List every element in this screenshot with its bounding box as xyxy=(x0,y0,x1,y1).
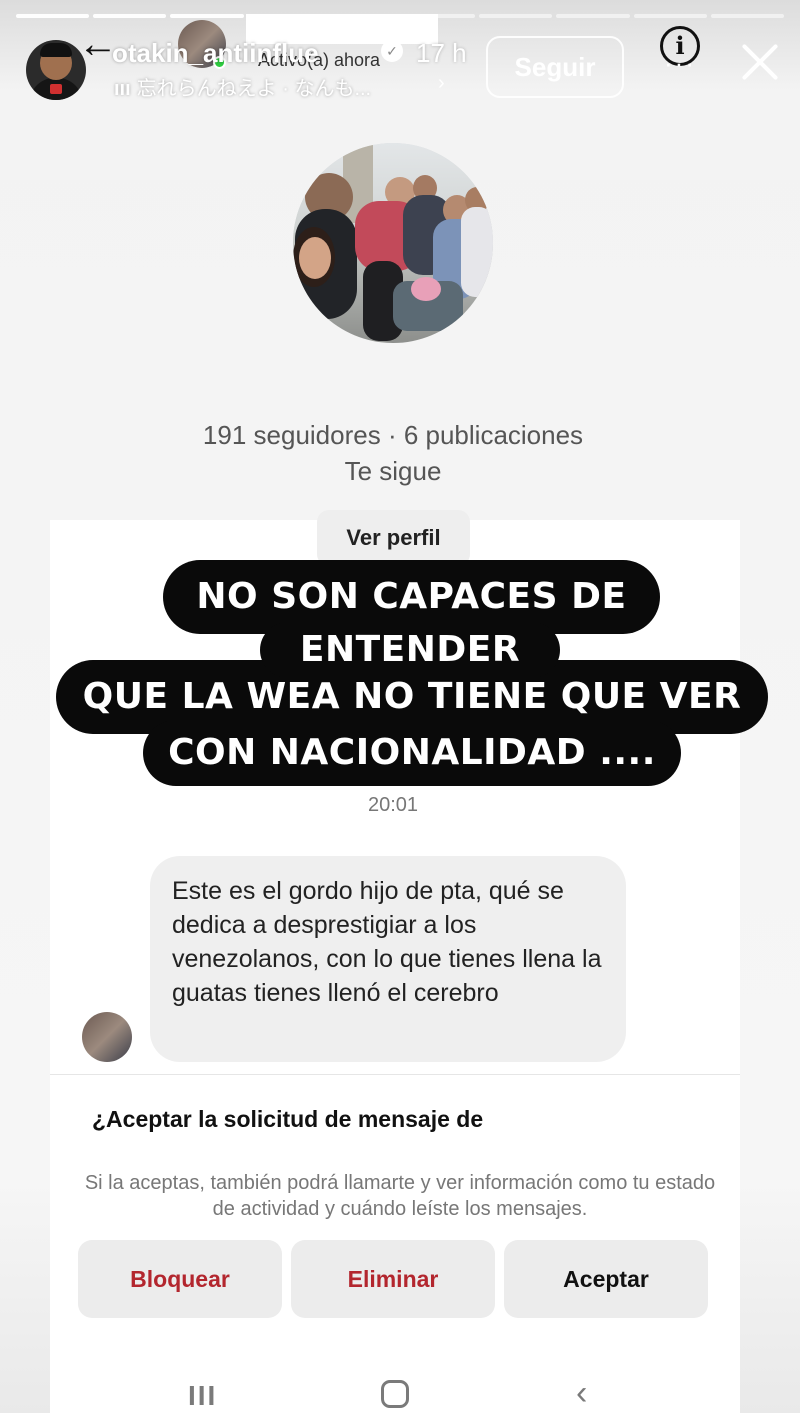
story-timestamp: 17 h xyxy=(416,38,467,68)
back-icon[interactable]: ‹ xyxy=(576,1374,587,1413)
profile-photo xyxy=(293,143,493,343)
progress-segment xyxy=(710,14,785,18)
divider xyxy=(50,1074,740,1075)
follows-you-label: Te sigue xyxy=(344,456,442,486)
progress-segment xyxy=(633,14,707,18)
progress-segment xyxy=(93,14,167,18)
progress-segment xyxy=(170,14,244,18)
music-title: 忘れらんねえよ · なんも... xyxy=(136,78,372,100)
story-username[interactable]: otakin_antiinflue xyxy=(112,38,319,69)
progress-segment xyxy=(16,14,90,18)
block-button[interactable]: Bloquear xyxy=(78,1240,282,1318)
music-bars-icon: ııı xyxy=(114,78,131,100)
chevron-right-icon: › xyxy=(438,72,445,94)
verified-badge-icon: ✓ xyxy=(381,40,403,62)
follow-button[interactable]: Seguir xyxy=(486,36,624,98)
more-options-icon[interactable]: ··· xyxy=(664,48,696,79)
message-timestamp: 20:01 xyxy=(367,794,419,816)
recent-apps-icon[interactable]: III xyxy=(188,1380,217,1412)
progress-segment xyxy=(556,14,630,18)
caption-line: CON NACIONALIDAD .... xyxy=(143,720,681,786)
caption-line: ENTENDER xyxy=(260,622,560,678)
close-icon[interactable] xyxy=(738,40,782,84)
sender-avatar xyxy=(82,1012,132,1062)
accept-button[interactable]: Aceptar xyxy=(504,1240,708,1318)
delete-button[interactable]: Eliminar xyxy=(291,1240,495,1318)
view-profile-button[interactable]: Ver perfil xyxy=(317,510,470,566)
home-icon[interactable] xyxy=(381,1380,409,1408)
message-bubble: Este es el gordo hijo de pta, qué se ded… xyxy=(150,856,626,1062)
accept-request-title: ¿Aceptar la solicitud de mensaje de xyxy=(92,1106,484,1132)
progress-segment xyxy=(479,14,553,18)
profile-stats: 191 seguidores · 6 publicaciones xyxy=(202,420,584,450)
accept-request-note: Si la aceptas, también podrá llamarte y … xyxy=(84,1172,716,1220)
music-attribution[interactable]: ııı 忘れらんねえよ · なんも... xyxy=(114,72,371,101)
story-viewer[interactable]: ← Activo(a) ahora i otakin_antiinflue ✓ … xyxy=(0,0,800,1413)
story-avatar[interactable] xyxy=(26,40,86,100)
